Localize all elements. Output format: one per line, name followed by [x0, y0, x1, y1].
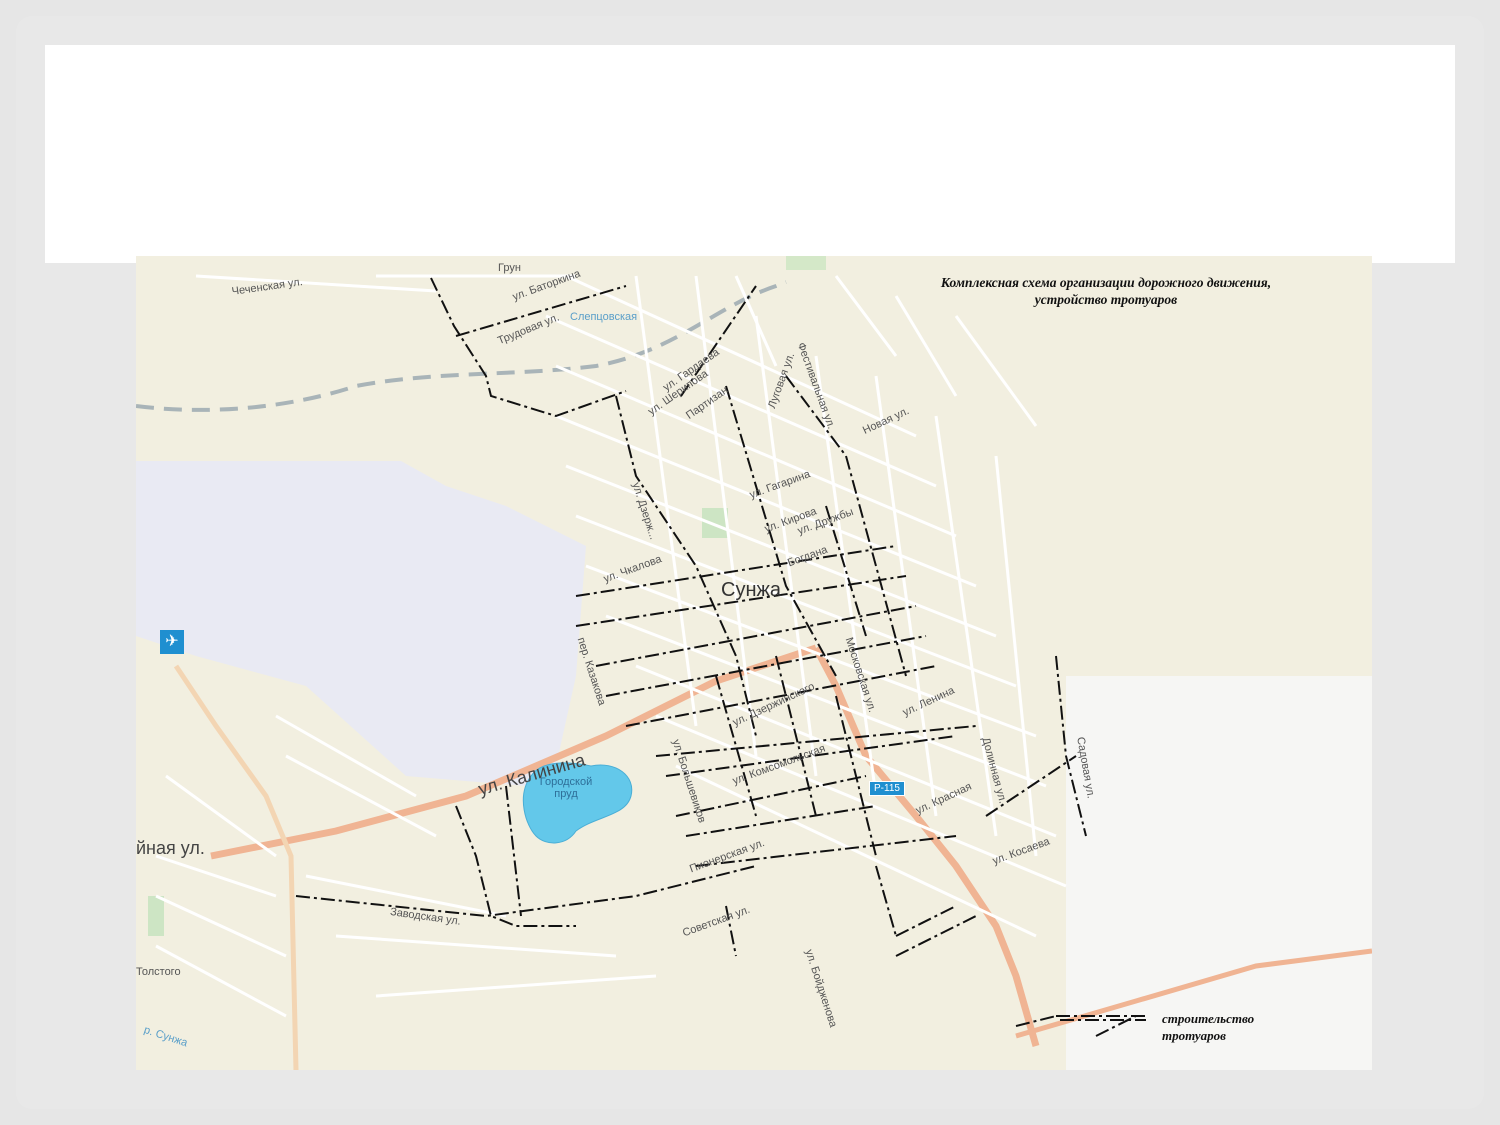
street-tolstogo: Толстого — [136, 966, 181, 978]
pond-label-line1: Городской — [539, 776, 593, 788]
reservoir-water — [136, 461, 586, 786]
legend-label-line1: строительство — [1162, 1011, 1255, 1026]
pond-label-line2: пруд — [554, 788, 578, 800]
map-title-line1: Комплексная схема организации дорожного … — [940, 275, 1272, 290]
park — [148, 896, 164, 936]
legend-label-line2: тротуаров — [1162, 1028, 1226, 1043]
slide-title-box — [45, 45, 1455, 263]
park — [786, 256, 826, 270]
street-ynaya: йная ул. — [136, 838, 205, 858]
street-grun: Грун — [498, 262, 521, 274]
legend-label: строительство тротуаров — [1162, 1010, 1254, 1044]
station-sleptsovskaya: Слепцовская — [570, 311, 638, 323]
map-graphics — [136, 256, 1372, 1070]
city-map: Комплексная схема организации дорожного … — [136, 256, 1372, 1070]
airplane-icon: ✈ — [160, 630, 184, 654]
pond-label: Городской пруд — [536, 776, 596, 800]
city-label: Сунжа — [721, 579, 781, 601]
road-badge-r115: Р-115 — [869, 781, 905, 796]
map-title: Комплексная схема организации дорожного … — [876, 274, 1336, 308]
map-title-line2: устройство тротуаров — [1034, 292, 1178, 307]
